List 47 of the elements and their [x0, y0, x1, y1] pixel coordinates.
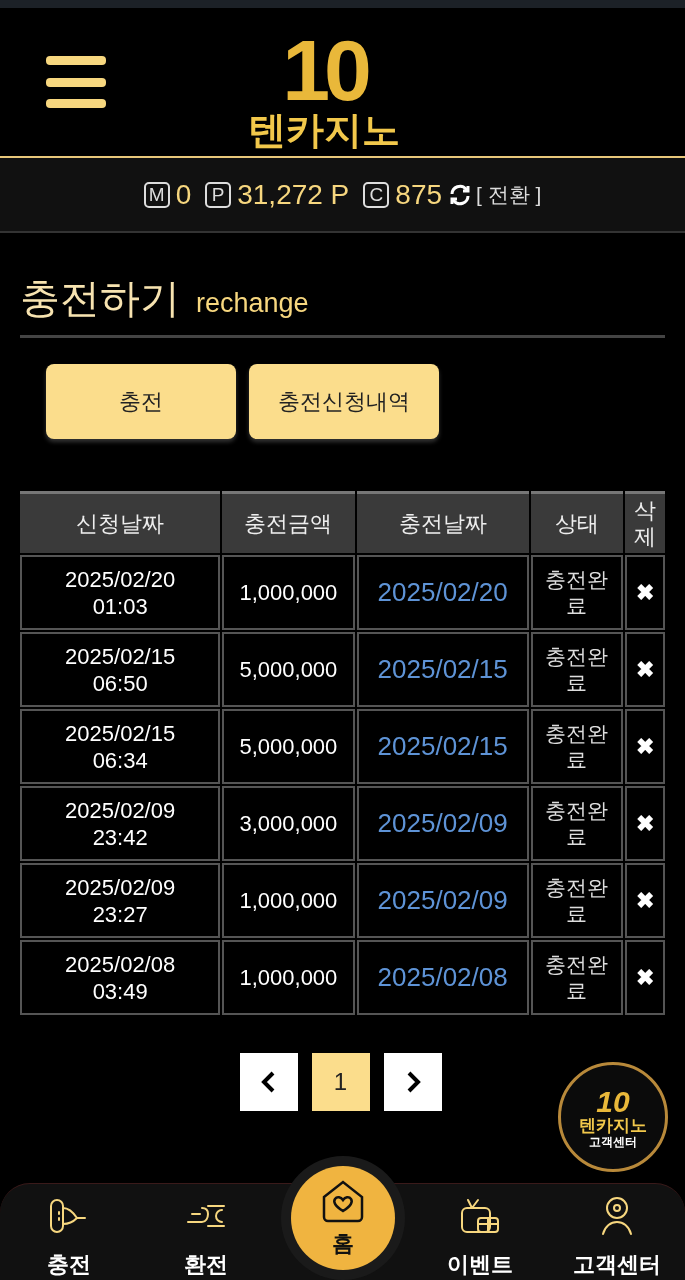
currency-symbol: C — [363, 181, 390, 208]
menu-icon[interactable] — [46, 56, 106, 108]
column-header: 상태 — [530, 491, 623, 553]
table-cell: 2025/02/15 06:50 — [20, 632, 221, 707]
nav-item[interactable]: 환전 — [137, 1194, 274, 1280]
previous-page-button[interactable] — [239, 1053, 298, 1111]
balance-value: 31,272 P — [237, 177, 350, 212]
currency-symbol: P — [205, 181, 232, 208]
nav-item[interactable]: 이벤트 — [411, 1194, 548, 1280]
tab-button[interactable]: 충전 — [46, 364, 236, 439]
status-cell: 충전완료 — [530, 709, 623, 784]
table-cell: 1,000,000 — [222, 940, 355, 1015]
status-cell: 충전완료 — [530, 555, 623, 630]
table-cell: 1,000,000 — [222, 863, 355, 938]
page-subtitle: rechange — [196, 287, 309, 320]
nav-item[interactable]: 고객센터 — [548, 1194, 685, 1280]
status-cell: 충전완료 — [530, 863, 623, 938]
status-cell: 충전완료 — [530, 632, 623, 707]
table-cell: 1,000,000 — [222, 555, 355, 630]
table-cell: 5,000,000 — [222, 709, 355, 784]
currency-symbol: M — [143, 181, 170, 208]
home-button[interactable]: 홈 — [290, 1166, 395, 1270]
status-cell: 충전완료 — [530, 786, 623, 861]
column-header: 충전금액 — [222, 491, 355, 553]
logo-number: 10 — [282, 30, 366, 110]
column-header: 신청날짜 — [20, 491, 221, 553]
table-cell: 2025/02/09 23:27 — [20, 863, 221, 938]
refresh-icon — [448, 182, 473, 207]
table-cell: 2025/02/09 23:42 — [20, 786, 221, 861]
tab-button[interactable]: 충전신청내역 — [249, 364, 439, 439]
support-badge[interactable]: 10 텐카지노 고객센터 — [558, 1062, 668, 1172]
logo-text: 텐카지노 — [248, 110, 400, 150]
page-button[interactable]: 1 — [311, 1053, 370, 1111]
convert-button[interactable]: [ 전환 ] — [448, 178, 542, 211]
column-header: 삭제 — [624, 491, 665, 553]
status-cell: 충전완료 — [530, 940, 623, 1015]
table-cell: 2025/02/20 01:03 — [20, 555, 221, 630]
nav-item[interactable]: 충전 — [0, 1194, 137, 1280]
table-cell: 2025/02/15 06:34 — [20, 709, 221, 784]
column-header: 충전날짜 — [356, 491, 529, 553]
page-title: 충전하기 — [20, 275, 180, 321]
balance-value: 0 — [175, 177, 192, 212]
table-cell: 2025/02/08 03:49 — [20, 940, 221, 1015]
table-cell: 3,000,000 — [222, 786, 355, 861]
table-cell: 5,000,000 — [222, 632, 355, 707]
balance-value: 875 — [395, 177, 443, 212]
next-page-button[interactable] — [383, 1053, 442, 1111]
